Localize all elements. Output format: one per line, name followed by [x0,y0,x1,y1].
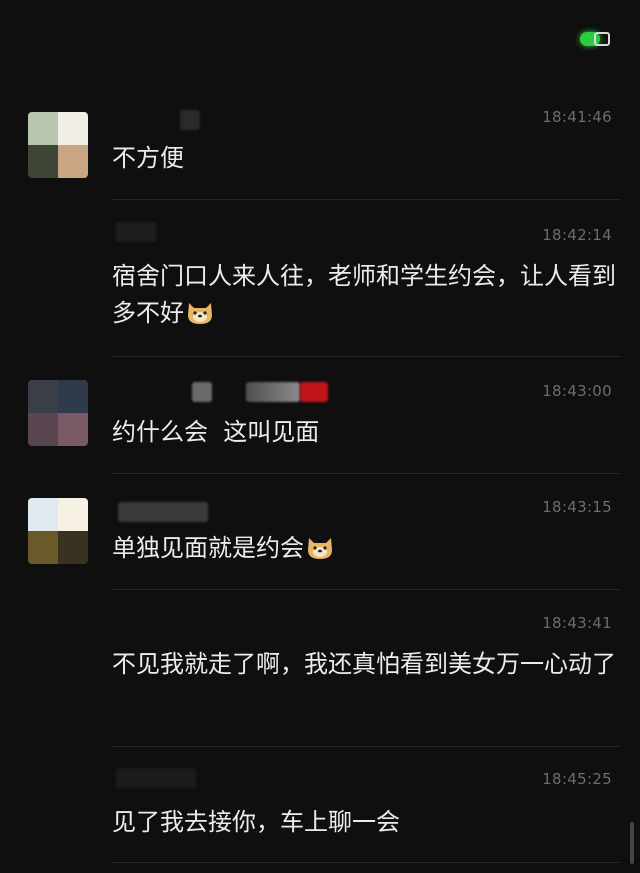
sender-name [300,382,328,402]
divider [112,199,620,200]
message-text: 见了我去接你，车上聊一会 [112,808,400,836]
message-text: 宿舍门口人来人往，老师和学生约会，让人看到多不好 [112,258,618,332]
battery-icon [580,30,616,48]
sender-name [192,382,212,402]
divider [112,473,620,474]
message-text: 单独见面就是约会 [112,530,618,567]
avatar[interactable] [28,498,88,564]
sender-name [116,768,196,788]
avatar[interactable] [28,380,88,446]
doge-emoji-icon [308,538,332,559]
message-text: 约什么会 这叫见面 [112,418,320,446]
divider [112,862,620,863]
avatar[interactable] [28,112,88,178]
scrollbar[interactable] [630,822,634,864]
doge-emoji-icon [188,303,212,324]
sender-name [246,382,300,402]
message-timestamp: 18:43:00 [542,382,612,400]
divider [112,746,620,747]
message-timestamp: 18:42:14 [542,226,612,244]
divider [112,356,620,357]
divider [112,589,620,590]
message-text-content: 单独见面就是约会 [112,534,304,562]
message-timestamp: 18:43:41 [542,614,612,632]
message-timestamp: 18:45:25 [542,770,612,788]
message-timestamp: 18:41:46 [542,108,612,126]
message-timestamp: 18:43:15 [542,498,612,516]
sender-name [180,110,200,130]
message-text: 不方便 [112,144,184,172]
sender-name [118,502,208,522]
message-text: 不见我就走了啊，我还真怕看到美女万一心动了 [112,650,616,678]
status-bar [0,0,640,80]
sender-name [116,222,156,242]
